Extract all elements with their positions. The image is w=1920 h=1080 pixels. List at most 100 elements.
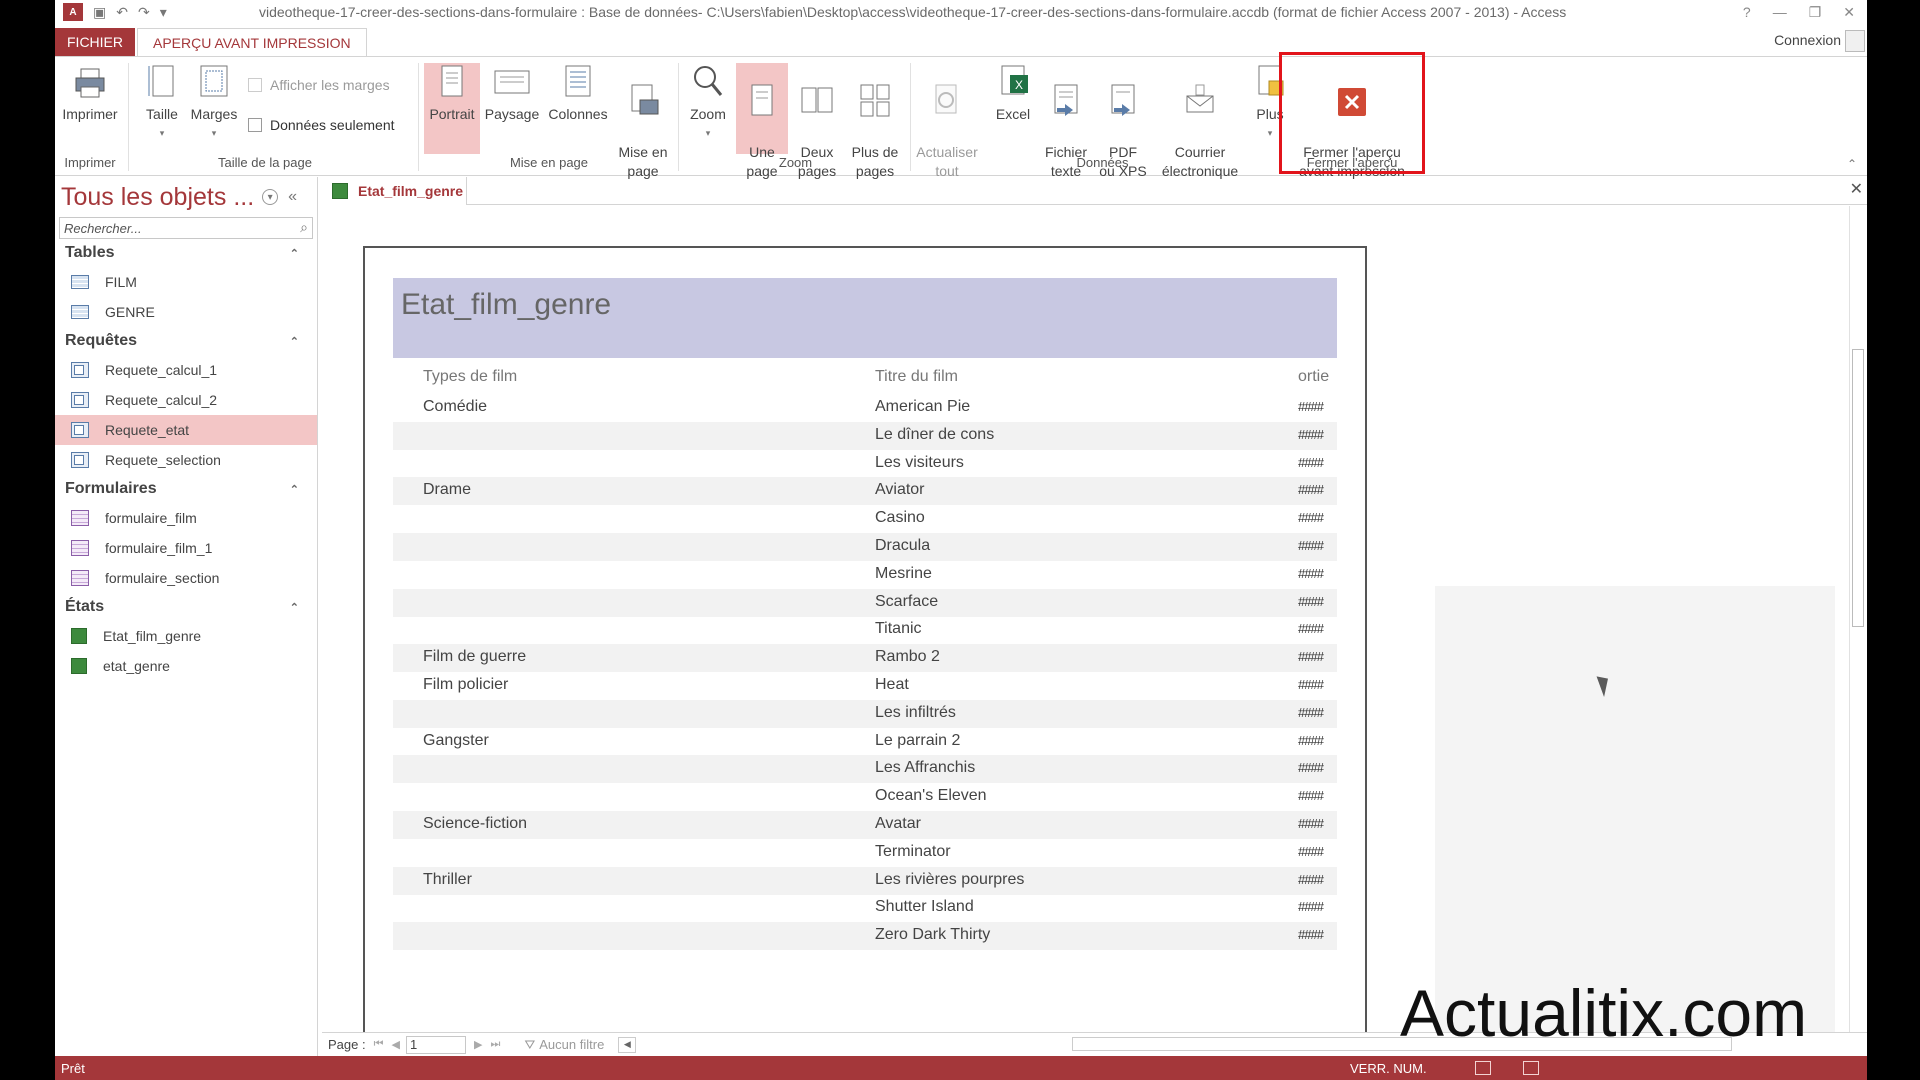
report-row: Film de guerre Rambo 2 #### <box>393 644 1337 673</box>
title-cell: Les visiteurs <box>875 453 964 471</box>
show-margins-checkbox[interactable]: Afficher les marges <box>248 77 390 93</box>
search-icon[interactable]: ⌕ <box>300 219 308 236</box>
nav-item[interactable]: Requete_calcul_1 <box>55 355 317 385</box>
nav-item-label: formulaire_film <box>105 510 197 526</box>
report-view-icon[interactable] <box>1523 1061 1539 1075</box>
genre-cell: Film policier <box>423 676 509 693</box>
customize-toolbar-icon[interactable]: ▾ <box>160 4 167 21</box>
access-window: A ▣ ↶ ↷ ▾ videotheque-17-creer-des-secti… <box>55 0 1867 1080</box>
status-bar: Prêt VERR. NUM. − <box>55 1056 1867 1080</box>
nav-pane-title[interactable]: Tous les objets ... <box>61 183 254 212</box>
filter-indicator[interactable]: ⛛ Aucun filtre <box>524 1037 604 1053</box>
title-cell: American Pie <box>875 398 971 415</box>
nav-item[interactable]: formulaire_film <box>55 503 317 533</box>
first-page-icon[interactable]: ⏮ <box>374 1038 384 1051</box>
date-cell: #### <box>1298 899 1324 915</box>
report-row: Zero Dark Thirty #### <box>393 922 1337 951</box>
one-page-button[interactable]: Une page <box>736 63 788 179</box>
date-cell: #### <box>1298 593 1324 609</box>
document-tab-bar: Etat_film_genre ✕ <box>322 177 1867 205</box>
report-row: Casino #### <box>393 505 1337 533</box>
nav-pane-header[interactable]: Tous les objets ... ▾ « <box>55 177 317 217</box>
next-page-icon[interactable]: ▶ <box>474 1038 482 1051</box>
close-window-button[interactable]: ✕ <box>1843 4 1855 21</box>
tab-print-preview[interactable]: APERÇU AVANT IMPRESSION <box>137 28 367 56</box>
scroll-left-icon[interactable]: ◀ <box>618 1036 637 1053</box>
margins-button[interactable]: Marges ▾ <box>189 63 239 143</box>
undo-icon[interactable]: ↶ <box>116 4 128 21</box>
collapse-pane-icon[interactable]: « <box>288 188 297 206</box>
nav-item[interactable]: Requete_calcul_2 <box>55 385 317 415</box>
print-preview-view-icon[interactable] <box>1475 1061 1491 1075</box>
window-title: videotheque-17-creer-des-sections-dans-f… <box>259 4 1567 20</box>
avatar[interactable] <box>1845 30 1865 52</box>
collapse-ribbon-icon[interactable]: ⌃ <box>1847 157 1857 171</box>
excel-export-button[interactable]: X Excel <box>989 63 1037 124</box>
print-button[interactable]: Imprimer <box>55 63 125 124</box>
nav-item[interactable]: etat_genre <box>55 651 317 681</box>
access-logo-icon: A <box>63 3 83 21</box>
report-page[interactable]: Etat_film_genre Types de film Titre du f… <box>363 246 1367 1046</box>
date-cell: #### <box>1298 482 1324 498</box>
nav-section-header[interactable]: États ⌃ <box>55 593 317 621</box>
previous-page-icon[interactable]: ◀ <box>392 1038 400 1051</box>
checkbox-box[interactable] <box>248 78 262 92</box>
redo-icon[interactable]: ↷ <box>138 4 150 21</box>
chevron-up-icon[interactable]: ⌃ <box>290 483 299 496</box>
landscape-icon <box>494 70 530 94</box>
nav-item[interactable]: GENRE <box>55 297 317 327</box>
sign-in-link[interactable]: Connexion <box>1774 32 1841 48</box>
nav-item[interactable]: Requete_selection <box>55 445 317 475</box>
date-cell: #### <box>1298 454 1324 470</box>
save-icon[interactable]: ▣ <box>93 4 106 21</box>
restore-button[interactable]: ❐ <box>1809 4 1822 21</box>
columns-button[interactable]: Colonnes <box>545 63 611 124</box>
date-cell: #### <box>1298 732 1324 748</box>
nav-item[interactable]: formulaire_film_1 <box>55 533 317 563</box>
nav-item[interactable]: Requete_etat <box>55 415 317 445</box>
close-icon[interactable]: ✕ <box>1850 179 1863 199</box>
nav-item-label: Requete_calcul_2 <box>105 392 218 408</box>
more-pages-icon <box>860 84 890 117</box>
size-button[interactable]: Taille ▾ <box>140 63 184 143</box>
nav-section-header[interactable]: Requêtes ⌃ <box>55 327 317 355</box>
refresh-icon <box>935 84 957 114</box>
form-icon <box>71 510 89 526</box>
numlock-indicator: VERR. NUM. <box>1350 1061 1427 1076</box>
nav-item[interactable]: formulaire_section <box>55 563 317 593</box>
tab-file[interactable]: FICHIER <box>55 28 135 56</box>
nav-item-label: Requete_selection <box>105 452 221 468</box>
nav-item[interactable]: Etat_film_genre <box>55 621 317 651</box>
help-button[interactable]: ? <box>1743 4 1751 21</box>
search-input[interactable]: Rechercher... ⌕ <box>59 217 313 239</box>
minimize-button[interactable]: — <box>1773 4 1787 21</box>
query-icon <box>71 392 89 408</box>
date-cell: #### <box>1298 760 1324 776</box>
last-page-icon[interactable]: ⏭ <box>490 1038 500 1051</box>
date-cell: #### <box>1298 565 1324 581</box>
vertical-scrollbar[interactable] <box>1849 206 1867 1032</box>
scrollbar-thumb[interactable] <box>1852 349 1864 627</box>
nav-section-header[interactable]: Tables ⌃ <box>55 239 317 267</box>
data-only-checkbox[interactable]: Données seulement <box>248 117 395 133</box>
size-label: Taille <box>146 106 178 122</box>
nav-section-header[interactable]: Formulaires ⌃ <box>55 475 317 503</box>
chevron-up-icon[interactable]: ⌃ <box>290 335 299 348</box>
group-label-print: Imprimer <box>64 155 116 170</box>
title-cell: Ocean's Eleven <box>875 787 987 805</box>
title-cell: Les infiltrés <box>875 703 956 721</box>
checkbox-box[interactable] <box>248 118 262 132</box>
chevron-up-icon[interactable]: ⌃ <box>290 247 299 260</box>
tab-etat-film-genre[interactable]: Etat_film_genre <box>322 177 467 205</box>
landscape-button[interactable]: Paysage <box>482 63 542 124</box>
date-cell: #### <box>1298 621 1324 637</box>
chevron-down-icon[interactable]: ▾ <box>262 189 279 205</box>
watermark: Actualitix.com <box>1400 976 1808 1050</box>
page-number-input[interactable]: 1 <box>405 1035 466 1054</box>
portrait-button[interactable]: Portrait <box>424 63 480 154</box>
report-row: Dracula #### <box>393 533 1337 561</box>
chevron-up-icon[interactable]: ⌃ <box>290 601 299 614</box>
zoom-button[interactable]: Zoom ▾ <box>683 63 733 143</box>
nav-item[interactable]: FILM <box>55 267 317 297</box>
columns-icon <box>565 65 591 97</box>
